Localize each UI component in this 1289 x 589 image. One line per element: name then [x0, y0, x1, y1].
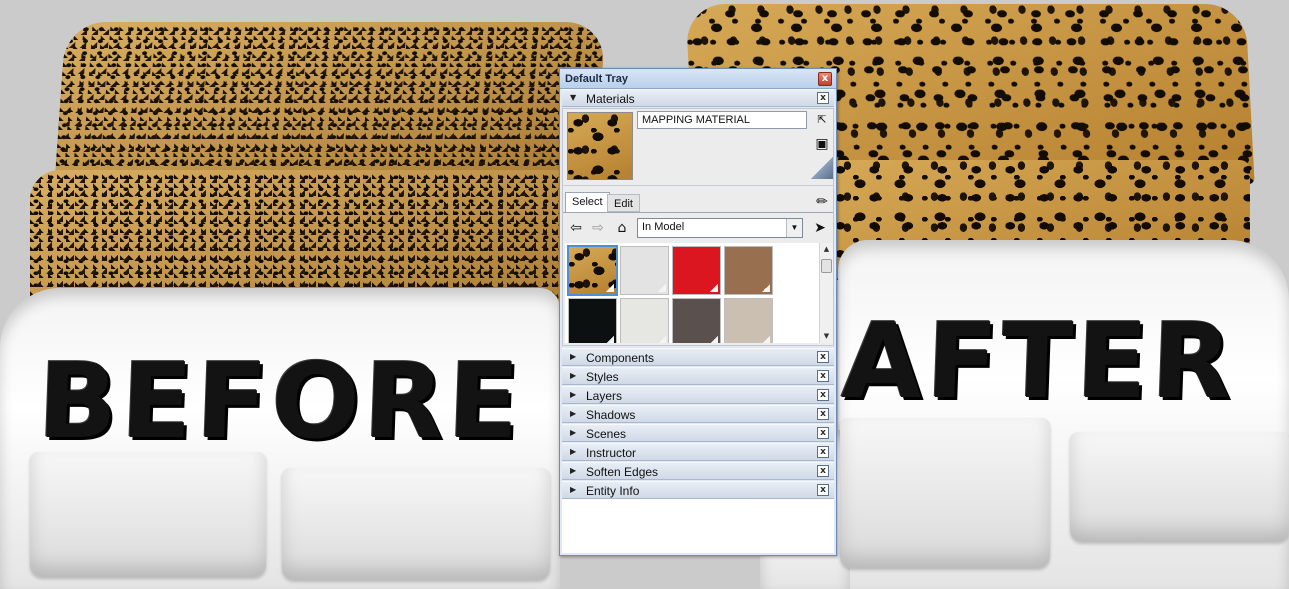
close-icon: x	[820, 447, 826, 457]
panel-label: Scenes	[586, 427, 627, 441]
swatch-corner	[606, 284, 614, 292]
before-label: BEFORE	[35, 340, 526, 462]
swatch-light-gray[interactable]	[620, 246, 669, 295]
collapsed-arrow-icon: ▶	[570, 352, 577, 361]
panel-close-button[interactable]: x	[817, 484, 829, 496]
after-label: AFTER	[839, 300, 1238, 422]
swatch-off-white[interactable]	[620, 298, 669, 343]
swatch-corner	[606, 336, 614, 343]
swatch-corner	[762, 336, 770, 343]
after-left-pocket	[840, 418, 1050, 568]
tray-close-button[interactable]: x	[818, 72, 832, 86]
materials-panel-title: Materials	[586, 92, 635, 106]
scroll-down-icon[interactable]: ▼	[820, 330, 833, 343]
collapsed-arrow-icon: ▶	[570, 485, 577, 494]
panel-label: Soften Edges	[586, 465, 659, 479]
swatch-scrollbar[interactable]: ▲ ▼	[819, 243, 833, 343]
default-tray-window[interactable]: Default Tray x ▼ Materials x MAPPING MAT…	[559, 68, 837, 556]
swatch-brown[interactable]	[724, 246, 773, 295]
panel-label: Instructor	[586, 446, 637, 460]
collapsed-arrow-icon: ▶	[570, 447, 577, 456]
back-arrow-icon[interactable]: ⇦	[567, 219, 585, 237]
close-icon: x	[820, 409, 826, 419]
swatch-corner	[762, 284, 770, 292]
tray-title-bar[interactable]: Default Tray x	[560, 69, 836, 89]
tab-edit[interactable]: Edit	[607, 194, 640, 212]
materials-panel-body: MAPPING MATERIAL ⇱ ▣ Select Edit ✏ ⇦ ⇨ ⌂…	[562, 108, 834, 346]
expanded-arrow-icon: ▼	[570, 93, 577, 102]
material-swatch-grid	[565, 243, 819, 343]
tray-empty-area	[562, 499, 834, 553]
eyedropper-icon[interactable]: ✏	[813, 193, 831, 211]
close-icon: x	[821, 73, 829, 84]
panel-label: Entity Info	[586, 484, 640, 498]
panel-label: Styles	[586, 370, 619, 384]
panel-components[interactable]: ▶ Components x	[562, 348, 834, 366]
collapsed-arrow-icon: ▶	[570, 409, 577, 418]
tray-title: Default Tray	[565, 73, 628, 85]
close-icon: x	[820, 371, 826, 381]
material-name-field[interactable]: MAPPING MATERIAL	[637, 111, 807, 129]
before-leopard-fabric	[54, 22, 606, 187]
materials-nav-row: ⇦ ⇨ ⌂ In Model ▼ ➤	[563, 215, 833, 241]
close-icon: x	[820, 485, 826, 495]
tab-select[interactable]: Select	[565, 192, 610, 212]
swatch-beige[interactable]	[724, 298, 773, 343]
collection-dropdown[interactable]: In Model ▼	[637, 218, 803, 238]
panel-shadows[interactable]: ▶ Shadows x	[562, 405, 834, 423]
close-icon: x	[820, 428, 826, 438]
swatch-dark-taupe[interactable]	[672, 298, 721, 343]
sample-paint-icon[interactable]	[811, 157, 833, 179]
before-right-pocket	[282, 468, 550, 580]
panel-styles[interactable]: ▶ Styles x	[562, 367, 834, 385]
swatch-leopard[interactable]	[567, 245, 618, 296]
swatch-black[interactable]	[568, 298, 617, 343]
collection-value: In Model	[642, 221, 685, 233]
panel-close-button[interactable]: x	[817, 351, 829, 363]
close-icon: x	[820, 466, 826, 476]
panel-entity-info[interactable]: ▶ Entity Info x	[562, 481, 834, 499]
forward-arrow-icon[interactable]: ⇨	[589, 219, 607, 237]
after-right-pocket	[1070, 432, 1289, 542]
tab-divider	[563, 212, 833, 213]
swatch-corner	[658, 336, 666, 343]
details-menu-icon[interactable]: ➤	[811, 219, 829, 237]
panel-scenes[interactable]: ▶ Scenes x	[562, 424, 834, 442]
panel-layers[interactable]: ▶ Layers x	[562, 386, 834, 404]
before-left-pocket	[30, 452, 266, 577]
scroll-up-icon[interactable]: ▲	[820, 243, 833, 256]
panel-label: Components	[586, 351, 655, 365]
close-icon: x	[820, 390, 826, 400]
collapsed-arrow-icon: ▶	[570, 428, 577, 437]
panel-label: Layers	[586, 389, 623, 403]
collapsed-arrow-icon: ▶	[570, 466, 577, 475]
swatch-corner	[710, 284, 718, 292]
panel-close-button[interactable]: x	[817, 427, 829, 439]
panel-close-button[interactable]: x	[817, 370, 829, 382]
swatch-corner	[710, 336, 718, 343]
collapsed-arrow-icon: ▶	[570, 390, 577, 399]
panel-soften-edges[interactable]: ▶ Soften Edges x	[562, 462, 834, 480]
materials-close-button[interactable]: x	[817, 92, 829, 104]
collapsed-arrow-icon: ▶	[570, 371, 577, 380]
swatch-corner	[658, 284, 666, 292]
close-icon: x	[820, 93, 826, 103]
panel-instructor[interactable]: ▶ Instructor x	[562, 443, 834, 461]
chevron-down-icon: ▼	[786, 219, 802, 237]
close-icon: x	[820, 352, 826, 362]
swatch-red[interactable]	[672, 246, 721, 295]
panel-close-button[interactable]: x	[817, 389, 829, 401]
panel-close-button[interactable]: x	[817, 408, 829, 420]
panel-close-button[interactable]: x	[817, 465, 829, 477]
material-preview	[567, 112, 633, 180]
divider	[563, 185, 833, 186]
details-icon[interactable]: ▣	[813, 135, 831, 153]
create-material-icon[interactable]: ⇱	[813, 111, 831, 129]
panel-label: Shadows	[586, 408, 636, 422]
materials-panel-header[interactable]: ▼ Materials x	[562, 89, 834, 107]
home-icon[interactable]: ⌂	[613, 219, 631, 237]
panel-close-button[interactable]: x	[817, 446, 829, 458]
scroll-thumb[interactable]	[821, 259, 832, 273]
